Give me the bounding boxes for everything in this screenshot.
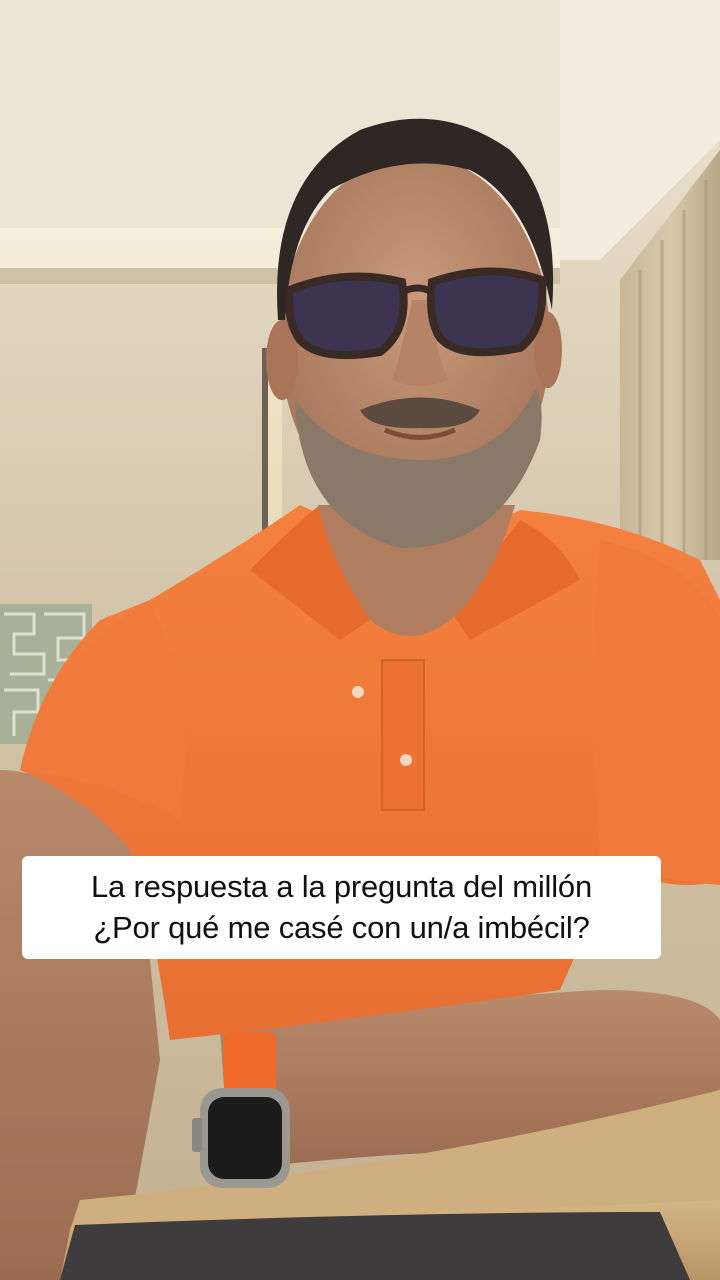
caption-line-1: La respuesta a la pregunta del millón bbox=[91, 869, 592, 904]
caption-line-2: ¿Por qué me casé con un/a imbécil? bbox=[93, 910, 590, 945]
caption-box: La respuesta a la pregunta del millón ¿P… bbox=[22, 856, 661, 959]
video-frame: La respuesta a la pregunta del millón ¿P… bbox=[0, 0, 720, 1280]
scene-illustration bbox=[0, 0, 720, 1280]
